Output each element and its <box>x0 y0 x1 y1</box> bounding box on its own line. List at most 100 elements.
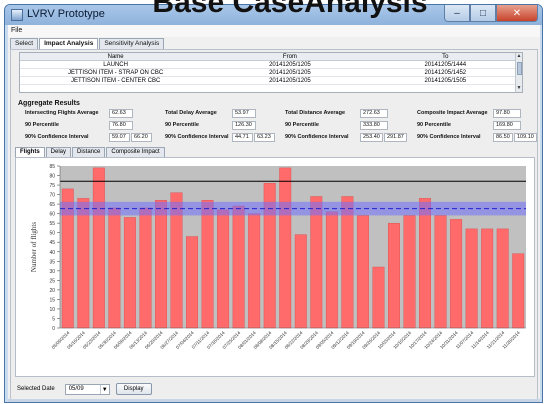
agg-avg-value: 53.97 <box>232 109 256 118</box>
y-tick-label: 75 <box>49 183 55 189</box>
cell-from: 20141205/1205 <box>269 78 311 84</box>
agg-ci-label: 90% Confidence Interval <box>25 134 89 140</box>
agg-ci-label: 90% Confidence Interval <box>285 134 349 140</box>
chart-tabs: Flights Delay Distance Composite Impact <box>15 147 166 157</box>
header-name[interactable]: Name <box>20 53 211 60</box>
agg-avg-label: Intersecting Flights Average <box>25 110 99 116</box>
agg-avg-value: 62.63 <box>109 109 133 118</box>
tab-composite-impact[interactable]: Composite Impact <box>106 147 165 157</box>
agg-p90-value: 169.80 <box>493 121 521 130</box>
minimize-button[interactable]: – <box>444 5 470 22</box>
bar <box>186 236 198 329</box>
agg-ci-low: 253.40 <box>360 133 383 142</box>
cell-from: 20141205/1205 <box>269 70 311 76</box>
y-tick-label: 0 <box>52 326 55 332</box>
agg-ci-label: 90% Confidence Interval <box>165 134 229 140</box>
y-tick-label: 30 <box>49 269 55 275</box>
events-table: Name From To LAUNCH 20141205/1205 201412… <box>19 52 523 93</box>
agg-p90-label: 90 Percentile <box>417 122 451 128</box>
bar <box>232 205 245 329</box>
cell-to: 20141205/1444 <box>424 62 467 68</box>
selected-date-label: Selected Date <box>17 386 55 392</box>
y-tick-label: 55 <box>49 221 55 227</box>
overlay-title: Base CaseAnalysis <box>152 0 428 19</box>
tab-impact-analysis[interactable]: Impact Analysis <box>39 38 99 49</box>
bar <box>155 200 167 329</box>
bar <box>465 228 478 329</box>
bar <box>341 196 354 329</box>
cell-from: 20141205/1205 <box>269 62 311 68</box>
flights-bar-chart: 0 5 10 15 20 25 30 35 40 45 50 55 60 65 70 75 80 85 Number… <box>30 164 526 350</box>
bar <box>496 228 509 329</box>
bar <box>201 200 214 329</box>
agg-ci-low: 86.50 <box>493 133 513 142</box>
agg-ci-high: 66.20 <box>131 133 152 142</box>
y-tick-label: 5 <box>52 316 55 322</box>
table-row[interactable]: LAUNCH 20141205/1205 20141205/1444 <box>20 61 522 69</box>
main-tabs: Select Impact Analysis Sensitivity Analy… <box>8 38 540 49</box>
agg-avg-label: Total Distance Average <box>285 110 346 116</box>
tab-select[interactable]: Select <box>10 38 39 49</box>
tab-delay[interactable]: Delay <box>45 147 72 157</box>
impact-panel: Name From To LAUNCH 20141205/1205 201412… <box>10 49 538 401</box>
tab-flights[interactable]: Flights <box>15 147 45 157</box>
bar <box>481 228 494 329</box>
maximize-button[interactable]: □ <box>470 5 496 22</box>
header-to[interactable]: To <box>369 53 522 60</box>
table-header: Name From To <box>20 53 522 61</box>
bar <box>450 219 463 329</box>
y-tick-label: 65 <box>49 202 55 208</box>
agg-ci-high: 109.10 <box>514 133 537 142</box>
agg-avg-value: 97.80 <box>493 109 521 118</box>
table-row[interactable]: JETTISON ITEM - CENTER CBC 20141205/1205… <box>20 77 522 85</box>
selected-date-value: 05/09 <box>68 386 84 392</box>
client-area: File Select Impact Analysis Sensitivity … <box>8 25 540 402</box>
y-tick-label: 85 <box>49 164 55 170</box>
close-button[interactable]: ✕ <box>496 5 538 22</box>
chart-panel: 0 5 10 15 20 25 30 35 40 45 50 55 60 65 70 75 80 85 Number… <box>15 157 535 377</box>
cell-to: 20141205/1505 <box>424 78 467 84</box>
bar <box>356 215 369 329</box>
bar <box>294 234 307 329</box>
agg-ci-high: 63.23 <box>254 133 275 142</box>
agg-ci-high: 291.87 <box>384 133 407 142</box>
table-scrollbar[interactable]: ▲ ▼ <box>515 53 522 92</box>
scroll-up-icon[interactable]: ▲ <box>516 53 522 60</box>
y-tick-label: 45 <box>49 240 55 246</box>
y-axis-label: Number of flights <box>30 222 38 272</box>
window-controls: – □ ✕ <box>444 5 538 22</box>
bar <box>108 207 121 329</box>
agg-p90-value: 76.80 <box>109 121 133 130</box>
agg-p90-label: 90 Percentile <box>285 122 319 128</box>
tab-distance[interactable]: Distance <box>72 147 106 157</box>
y-tick-label: 50 <box>49 231 55 237</box>
menu-file[interactable]: File <box>11 27 22 34</box>
header-from[interactable]: From <box>211 53 368 60</box>
cell-name: LAUNCH <box>103 62 128 68</box>
selected-date-dropdown[interactable]: 05/09 ▼ <box>64 383 110 395</box>
agg-p90-value: 333.80 <box>360 121 388 130</box>
bar <box>419 198 431 329</box>
scroll-thumb[interactable] <box>517 62 522 75</box>
y-tick-label: 20 <box>49 288 55 294</box>
y-tick-label: 60 <box>49 212 55 218</box>
bar <box>139 207 152 329</box>
agg-avg-label: Total Delay Average <box>165 110 217 116</box>
display-button[interactable]: Display <box>115 383 152 395</box>
y-tick-label: 10 <box>49 307 55 313</box>
tab-sensitivity-analysis[interactable]: Sensitivity Analysis <box>99 38 165 49</box>
cell-name: JETTISON ITEM - STRAP ON CBC <box>68 70 164 76</box>
agg-p90-value: 126.30 <box>232 121 256 130</box>
bar <box>123 217 136 329</box>
aggregate-title: Aggregate Results <box>18 100 80 107</box>
chevron-down-icon[interactable]: ▼ <box>99 384 109 394</box>
cell-name: JETTISON ITEM - CENTER CBC <box>70 78 161 84</box>
bottom-edge <box>8 399 540 402</box>
table-row[interactable]: JETTISON ITEM - STRAP ON CBC 20141205/12… <box>20 69 522 77</box>
agg-avg-label: Composite Impact Average <box>417 110 488 116</box>
scroll-down-icon[interactable]: ▼ <box>516 85 522 92</box>
y-tick-label: 70 <box>49 193 55 199</box>
y-tick-label: 35 <box>49 259 55 265</box>
bar <box>388 222 400 329</box>
bar <box>217 209 230 329</box>
